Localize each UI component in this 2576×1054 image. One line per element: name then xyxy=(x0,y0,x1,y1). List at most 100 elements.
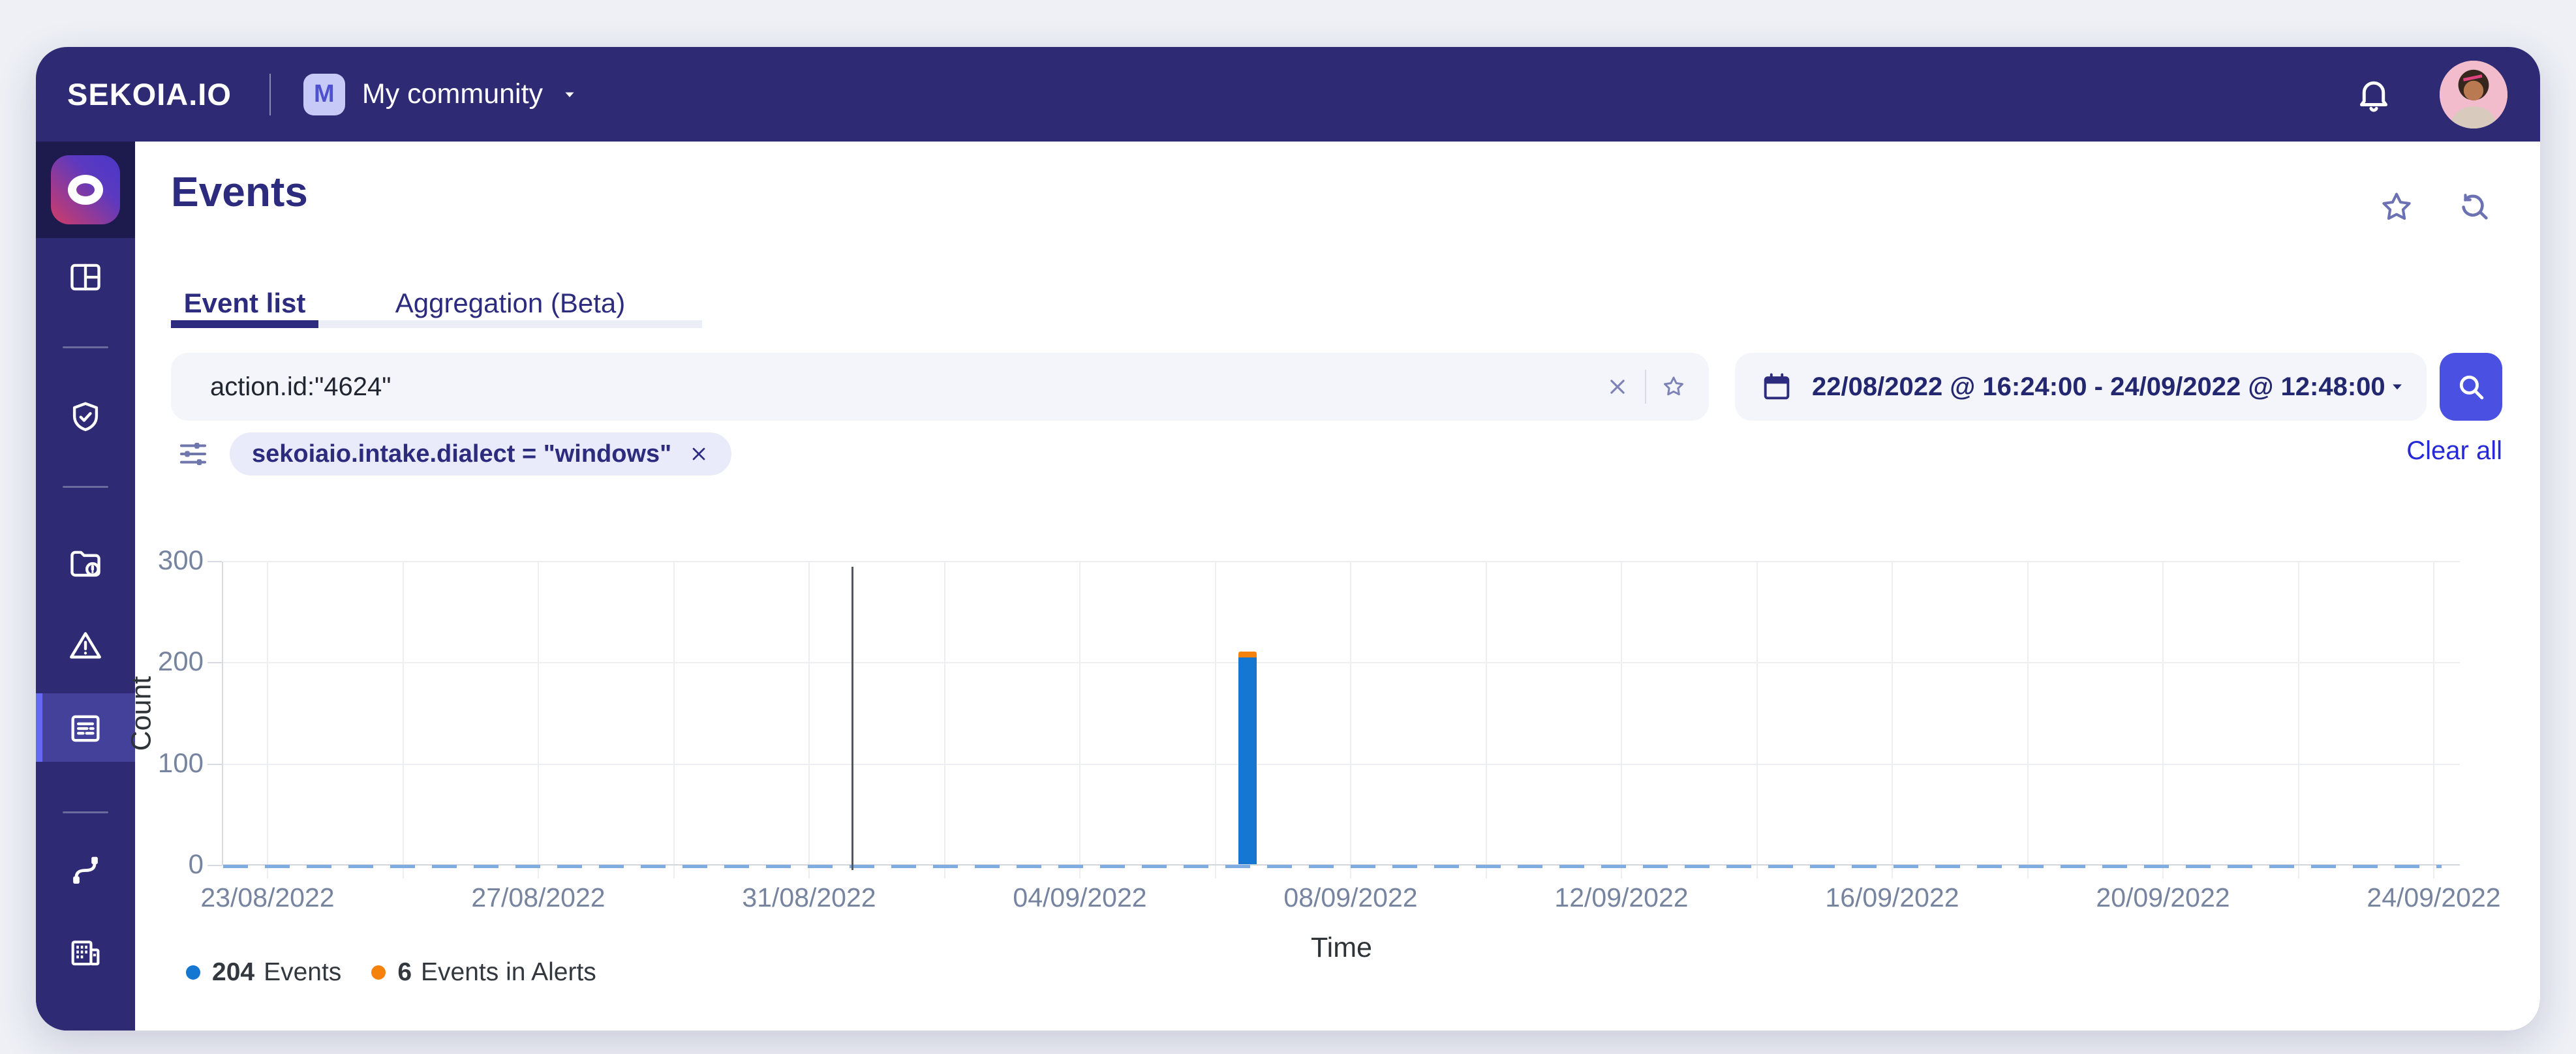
x-tick-label-16/09/2022: 16/09/2022 xyxy=(1825,882,1959,912)
x-tick-label-24/09/2022: 24/09/2022 xyxy=(2367,882,2501,912)
x-tick-label-04/09/2022: 04/09/2022 xyxy=(1013,882,1147,912)
v-gridline-12 xyxy=(1892,562,1893,879)
page-title: Events xyxy=(171,168,308,215)
x-tick-label-20/09/2022: 20/09/2022 xyxy=(2096,882,2230,912)
h-gridline-100 xyxy=(223,763,2460,765)
topbar: SEKOIA.IO M My community xyxy=(36,47,2540,142)
workspace-avatar[interactable]: M xyxy=(303,73,345,115)
v-gridline-2 xyxy=(538,562,539,879)
workspace-name[interactable]: My community xyxy=(362,78,543,110)
x-tick-label-31/08/2022: 31/08/2022 xyxy=(742,882,876,912)
bar-events-segment xyxy=(1238,657,1257,864)
filter-sliders-icon[interactable] xyxy=(176,436,211,472)
y-tick-mark-0 xyxy=(207,865,222,866)
filter-chip[interactable]: sekoiaio.intake.dialect = "windows" xyxy=(230,432,732,475)
zero-dashed-line xyxy=(223,865,2442,868)
v-gridline-7 xyxy=(1214,562,1216,879)
save-query-star-icon[interactable] xyxy=(1661,374,1687,400)
app-logo-section[interactable] xyxy=(36,142,135,238)
notifications-bell-icon[interactable] xyxy=(2354,74,2394,115)
sidebar-item-community[interactable] xyxy=(36,931,135,973)
plot-area: 0 100 200 300 23/08/2022 27/08/2022 31/08/2022… xyxy=(158,545,2501,912)
y-axis-line xyxy=(222,562,223,866)
v-gridline-5 xyxy=(943,562,945,879)
v-gridline-14 xyxy=(2162,562,2164,879)
v-gridline-15 xyxy=(2297,562,2299,879)
legend-events-count: 204 xyxy=(212,958,255,986)
y-tick-label-100: 100 xyxy=(157,747,204,778)
sidebar-item-dashboard[interactable] xyxy=(36,256,135,298)
tab-aggregation-beta[interactable]: Aggregation (Beta) xyxy=(318,269,702,328)
x-tick-label-23/08/2022: 23/08/2022 xyxy=(200,882,335,912)
v-gridline-9 xyxy=(1485,562,1487,879)
date-range-picker[interactable]: 22/08/2022 @ 16:24:00 - 24/09/2022 @ 12:… xyxy=(1735,353,2427,421)
v-gridline-1 xyxy=(402,562,404,879)
v-gridline-3 xyxy=(673,562,675,879)
legend-events-dot xyxy=(186,965,200,980)
remove-filter-x-icon[interactable] xyxy=(688,444,709,464)
legend-events-label: Events xyxy=(264,958,342,986)
y-tick-label-300: 300 xyxy=(157,545,204,575)
chart-cursor-line xyxy=(851,567,853,870)
workspace-caret-down-icon[interactable] xyxy=(559,83,581,106)
search-history-icon[interactable] xyxy=(2455,188,2493,226)
v-gridline-13 xyxy=(2027,562,2029,879)
y-tick-mark-200 xyxy=(207,662,222,664)
app-logo-icon xyxy=(51,155,120,224)
y-tick-mark-100 xyxy=(207,763,222,765)
clear-query-x-icon[interactable] xyxy=(1604,374,1631,400)
v-gridline-11 xyxy=(1756,562,1758,879)
intake-cable-icon xyxy=(73,856,98,884)
topbar-divider xyxy=(269,73,271,115)
date-caret-down-icon xyxy=(2385,375,2409,399)
v-gridline-10 xyxy=(1621,562,1622,879)
search-query-container xyxy=(171,353,1709,421)
filter-chip-text: sekoiaio.intake.dialect = "windows" xyxy=(252,440,672,468)
clear-all-link[interactable]: Clear all xyxy=(2406,436,2502,466)
magnifier-icon xyxy=(2459,375,2484,400)
tab-event-list[interactable]: Event list xyxy=(171,269,318,328)
v-gridline-16 xyxy=(2433,562,2434,879)
search-query-input[interactable] xyxy=(209,371,1604,402)
tabs: Event list Aggregation (Beta) xyxy=(171,269,702,328)
dashboard-icon xyxy=(70,264,100,291)
x-tick-label-27/08/2022: 27/08/2022 xyxy=(471,882,606,912)
v-gridline-6 xyxy=(1079,562,1081,879)
logo-ring xyxy=(68,175,103,205)
v-gridline-0 xyxy=(267,562,268,879)
h-gridline-300 xyxy=(223,561,2460,562)
y-tick-label-200: 200 xyxy=(157,646,204,677)
v-gridline-4 xyxy=(808,562,810,879)
chart-legend: 204 Events 6 Events in Alerts xyxy=(186,958,626,987)
input-divider xyxy=(1645,370,1646,404)
events-list-icon xyxy=(36,708,135,749)
y-tick-label-0: 0 xyxy=(188,849,204,879)
date-range-text: 22/08/2022 @ 16:24:00 - 24/09/2022 @ 12:… xyxy=(1812,372,2385,401)
calendar-icon xyxy=(1760,370,1794,404)
user-avatar[interactable] xyxy=(2440,60,2507,128)
legend-alerts-label: Events in Alerts xyxy=(421,958,596,986)
favorite-star-icon[interactable] xyxy=(2378,188,2415,226)
community-building-icon xyxy=(71,941,100,966)
shield-check-icon xyxy=(72,402,99,432)
app-window: SEKOIA.IO M My community Events Event li… xyxy=(36,47,2540,1031)
sidebar-item-shield[interactable] xyxy=(36,397,135,438)
sidebar-divider xyxy=(63,486,108,488)
sidebar xyxy=(36,142,135,1031)
bar-alerts-segment xyxy=(1238,652,1257,657)
legend-alerts-count: 6 xyxy=(397,958,412,986)
x-tick-label-08/09/2022: 08/09/2022 xyxy=(1283,882,1418,912)
event-count-bar[interactable] xyxy=(1238,652,1257,864)
sidebar-divider xyxy=(63,346,108,348)
search-button[interactable] xyxy=(2440,353,2502,421)
h-gridline-200 xyxy=(223,662,2460,664)
folder-alert-icon xyxy=(70,550,100,577)
y-axis-title: Count xyxy=(125,676,157,751)
legend-alerts-dot xyxy=(371,965,386,980)
y-tick-mark-300 xyxy=(207,561,222,562)
x-tick-label-12/09/2022: 12/09/2022 xyxy=(1554,882,1689,912)
brand-logo: SEKOIA.IO xyxy=(67,77,232,112)
v-gridline-8 xyxy=(1350,562,1351,879)
sidebar-divider xyxy=(63,811,108,813)
main-content: Events Event list Aggregation (Beta) act… xyxy=(126,142,2540,1031)
